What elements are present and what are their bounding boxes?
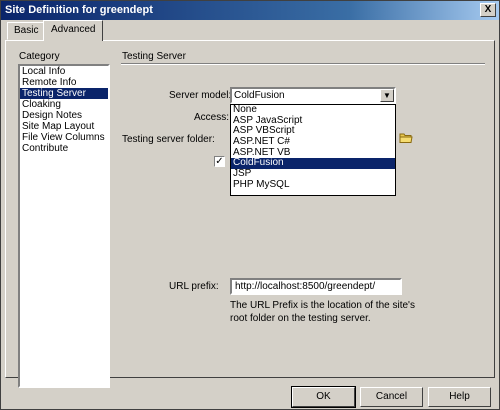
category-item-file-view-columns[interactable]: File View Columns [20, 132, 108, 143]
folder-icon[interactable] [399, 132, 413, 144]
section-divider [121, 63, 485, 65]
ok-button[interactable]: OK [291, 386, 356, 408]
category-label: Category [19, 51, 60, 62]
cancel-button[interactable]: Cancel [360, 387, 423, 407]
category-item-design-notes[interactable]: Design Notes [20, 110, 108, 121]
section-title: Testing Server [122, 51, 186, 62]
server-model-value: ColdFusion [234, 90, 285, 101]
chevron-down-icon[interactable]: ▼ [380, 89, 394, 102]
option-php-mysql[interactable]: PHP MySQL [231, 179, 395, 191]
category-item-remote-info[interactable]: Remote Info [20, 77, 108, 88]
close-button[interactable]: X [480, 3, 496, 17]
testing-folder-label: Testing server folder: [122, 134, 215, 145]
tab-basic[interactable]: Basic [7, 22, 46, 40]
category-item-testing-server[interactable]: Testing Server [20, 88, 108, 99]
url-prefix-help-line-1: The URL Prefix is the location of the si… [230, 300, 415, 311]
server-model-select[interactable]: ColdFusion ▼ [230, 87, 396, 104]
category-item-site-map-layout[interactable]: Site Map Layout [20, 121, 108, 132]
category-item-contribute[interactable]: Contribute [20, 143, 108, 154]
category-list[interactable]: Local Info Remote Info Testing Server Cl… [18, 64, 110, 388]
option-coldfusion[interactable]: ColdFusion [231, 158, 395, 170]
help-button[interactable]: Help [428, 387, 491, 407]
server-model-label: Server model: [169, 90, 232, 101]
window-title: Site Definition for greendept [5, 4, 153, 16]
title-bar[interactable]: Site Definition for greendept X [1, 1, 499, 20]
tab-advanced[interactable]: Advanced [43, 20, 104, 41]
site-definition-dialog: Site Definition for greendept X Basic Ad… [0, 0, 500, 410]
category-item-local-info[interactable]: Local Info [20, 66, 108, 77]
checkbox[interactable]: ✓ [214, 156, 225, 167]
url-prefix-input[interactable]: http://localhost:8500/greendept/ [230, 278, 402, 295]
category-item-cloaking[interactable]: Cloaking [20, 99, 108, 110]
server-model-dropdown[interactable]: None ASP JavaScript ASP VBScript ASP.NET… [230, 104, 396, 196]
url-prefix-help-line-2: root folder on the testing server. [230, 313, 371, 324]
access-label: Access: [194, 112, 230, 123]
url-prefix-label: URL prefix: [169, 281, 219, 292]
